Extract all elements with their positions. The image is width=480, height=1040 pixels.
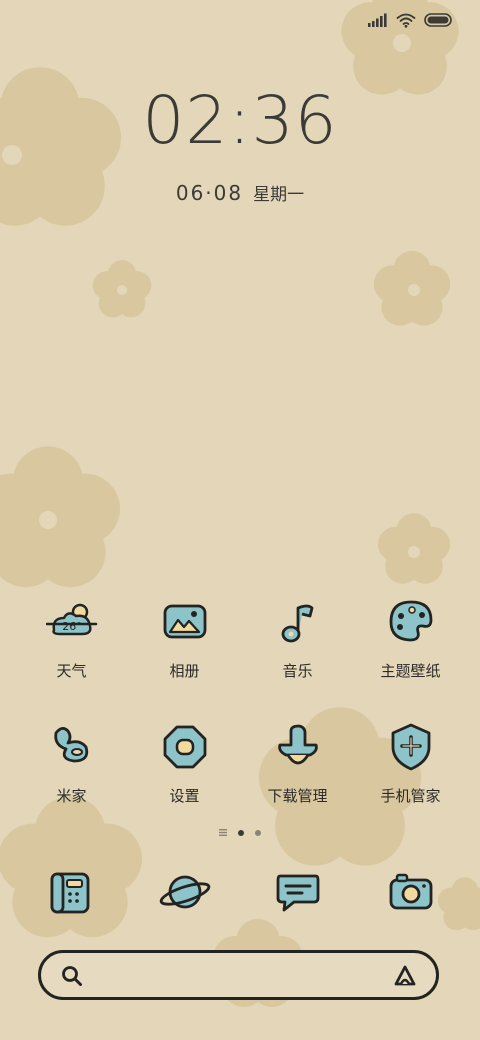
app-camera[interactable] — [354, 864, 467, 920]
weekday-text: 星期一 — [253, 185, 305, 205]
themes-icon — [389, 600, 432, 642]
status-bar — [368, 10, 454, 30]
page-list-icon — [219, 829, 227, 836]
weather-icon: 26° — [45, 603, 97, 636]
app-security[interactable]: 手机管家 — [354, 721, 467, 806]
clock-time: 02:36 — [142, 82, 338, 159]
app-download[interactable]: 下载管理 — [241, 721, 354, 806]
page-dot — [255, 829, 261, 836]
browser-icon — [159, 875, 210, 909]
app-music[interactable]: 音乐 — [241, 596, 354, 681]
page-indicator[interactable] — [0, 829, 480, 836]
date-line: 06·08 星期一 — [0, 180, 480, 205]
search-icon[interactable] — [61, 965, 83, 987]
assistant-icon[interactable] — [392, 964, 418, 988]
app-phone[interactable] — [15, 864, 128, 920]
app-label: 设置 — [169, 787, 200, 805]
music-icon — [281, 604, 313, 643]
app-settings[interactable]: 设置 — [128, 721, 241, 806]
gallery-icon — [163, 604, 206, 639]
page-dot-active — [238, 829, 244, 836]
search-bar[interactable] — [38, 950, 439, 1000]
app-label: 主题壁纸 — [380, 662, 441, 680]
app-browser[interactable] — [128, 864, 241, 920]
mi-home-icon — [53, 727, 88, 763]
phone-icon — [50, 872, 89, 914]
app-label: 天气 — [56, 662, 87, 680]
security-icon — [391, 723, 430, 771]
settings-icon — [163, 725, 206, 769]
app-label: 音乐 — [282, 662, 313, 680]
signal-icon — [368, 13, 387, 27]
wifi-icon — [396, 13, 416, 28]
app-label: 米家 — [56, 787, 87, 805]
app-weather[interactable]: 26° 天气 — [15, 596, 128, 681]
app-label: 手机管家 — [380, 787, 441, 805]
app-label: 相册 — [169, 662, 200, 680]
svg-text:26°: 26° — [62, 620, 82, 633]
app-mi-home[interactable]: 米家 — [15, 721, 128, 806]
app-label: 下载管理 — [267, 787, 328, 805]
download-icon — [277, 724, 318, 765]
date-text: 06·08 — [175, 181, 244, 205]
messages-icon — [276, 874, 319, 912]
app-gallery[interactable]: 相册 — [128, 596, 241, 681]
app-themes[interactable]: 主题壁纸 — [354, 596, 467, 681]
app-messages[interactable] — [241, 864, 354, 920]
battery-icon — [424, 13, 452, 27]
camera-icon — [389, 873, 432, 910]
